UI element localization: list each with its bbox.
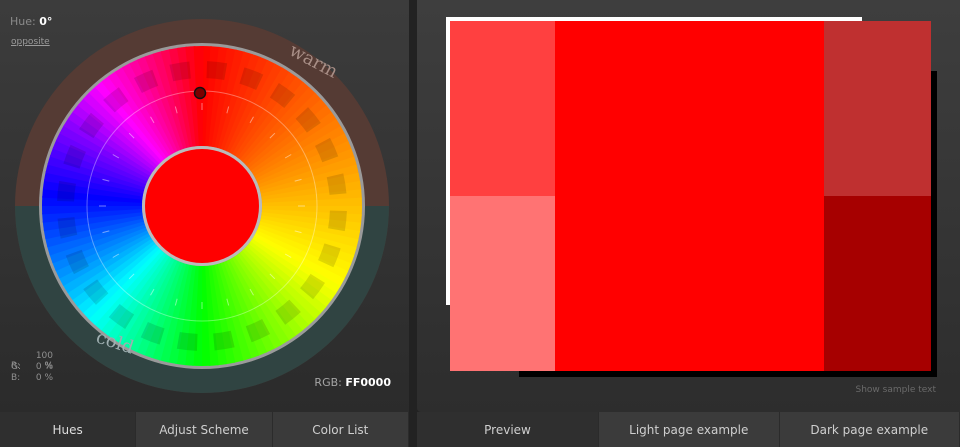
color-wheel[interactable]: warm cold — [0, 0, 409, 412]
hue-step-band — [57, 180, 76, 202]
tab-hues[interactable]: Hues — [0, 412, 137, 447]
left-tab-bar: Hues Adjust Scheme Color List — [0, 412, 409, 447]
tab-dark-page-example[interactable]: Dark page example — [779, 412, 960, 447]
tab-color-list[interactable]: Color List — [272, 412, 409, 447]
tab-preview[interactable]: Preview — [417, 412, 599, 447]
show-sample-text-link[interactable]: Show sample text — [856, 385, 937, 395]
tab-light-page-example[interactable]: Light page example — [599, 412, 780, 447]
rgb-b-row: B: 0 % — [11, 373, 53, 383]
swatch-dark-2[interactable] — [824, 196, 931, 371]
hue-step-band — [328, 210, 347, 232]
selected-color-center — [145, 149, 259, 263]
swatch-light-2[interactable] — [450, 196, 555, 371]
rgb-hex-value[interactable]: FF0000 — [345, 376, 391, 389]
tab-adjust-scheme[interactable]: Adjust Scheme — [136, 412, 273, 447]
hue-step-band — [57, 217, 78, 239]
swatch-primary[interactable] — [555, 21, 824, 371]
hue-picker-handle[interactable] — [193, 86, 207, 100]
swatch-dark-1[interactable] — [824, 21, 931, 196]
rgb-g-row: G: 0 % — [11, 362, 53, 372]
color-wheel-panel: Hue: 0° opposite warm cold R:100 % G: 0 %… — [0, 0, 409, 412]
hue-step-band — [176, 332, 198, 351]
right-tab-bar: Preview Light page example Dark page exa… — [417, 412, 960, 447]
hue-step-band — [169, 61, 191, 82]
hue-step-band — [206, 61, 228, 80]
hue-step-band — [326, 173, 347, 195]
swatch-light-1[interactable] — [450, 21, 555, 196]
rgb-hex-readout: RGB: FF0000 — [314, 376, 391, 389]
hue-step-band — [213, 330, 235, 351]
